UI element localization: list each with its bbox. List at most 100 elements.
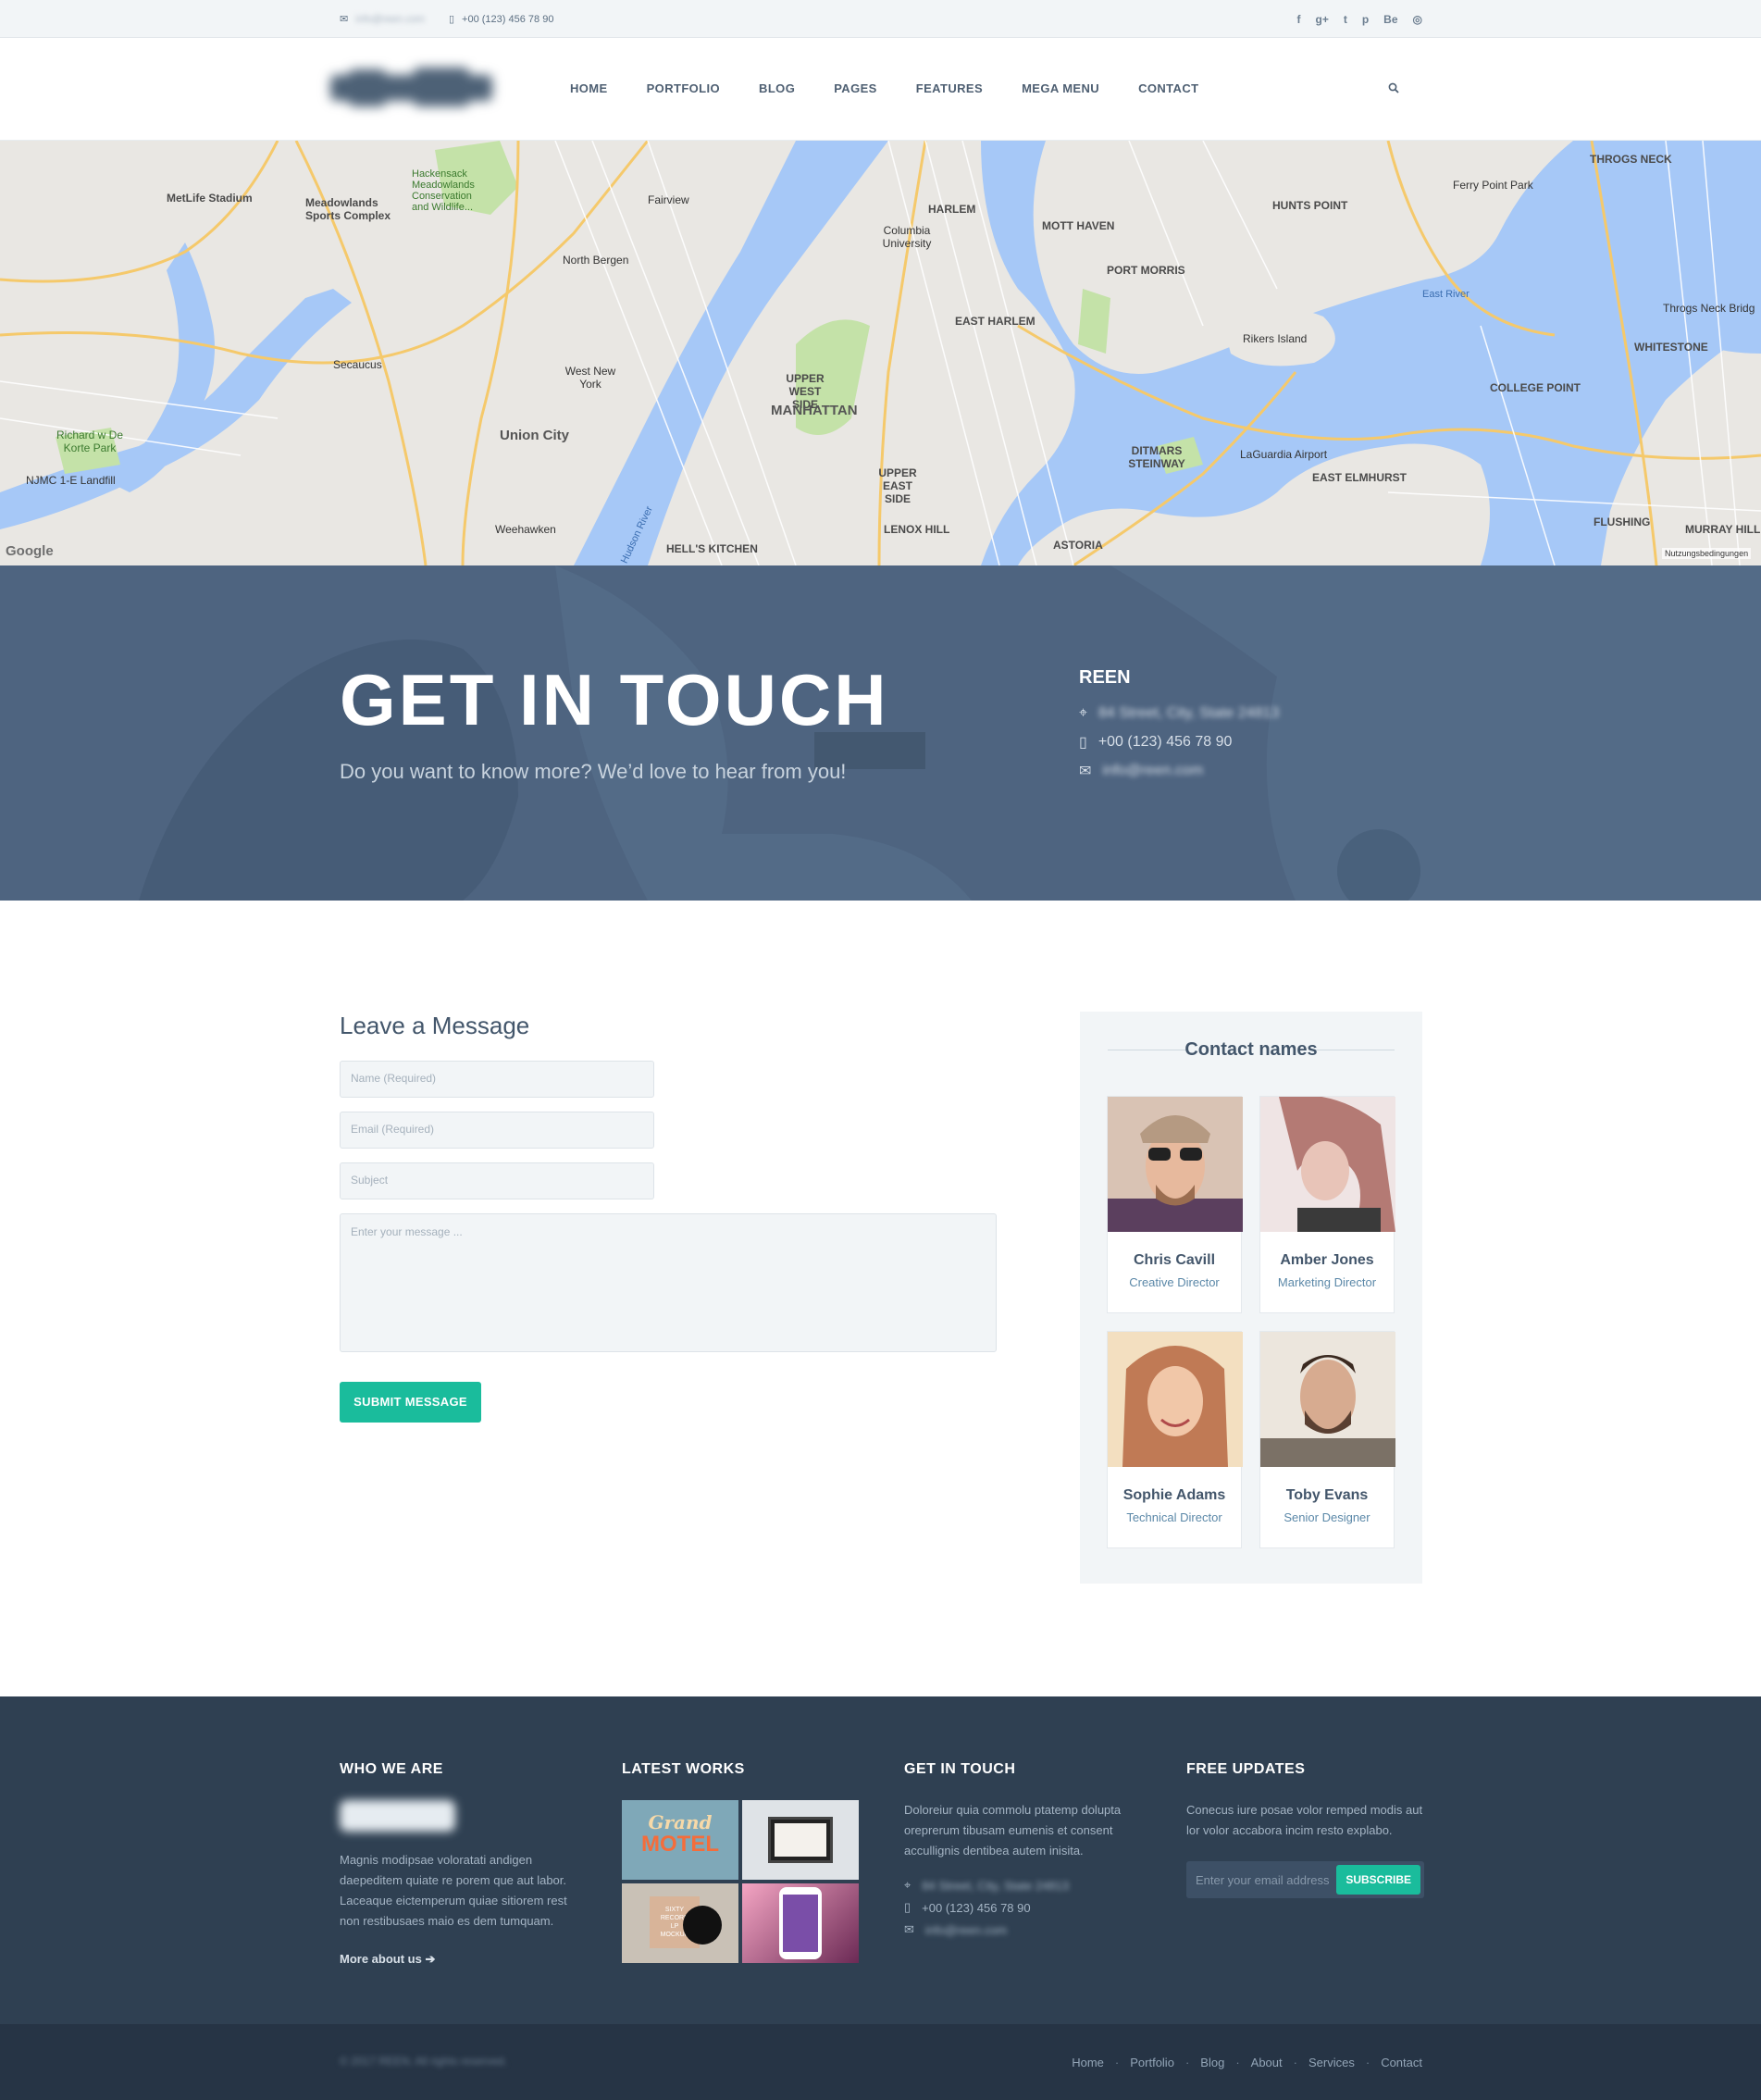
name-field[interactable]: Name (Required) (340, 1061, 654, 1098)
footer-link-blog[interactable]: Blog (1200, 2056, 1224, 2069)
work-thumbnail[interactable]: Grand MOTEL (622, 1800, 738, 1880)
map-label: LENOX HILL (884, 523, 950, 536)
footer-link-services[interactable]: Services (1308, 2056, 1355, 2069)
topbar-email[interactable]: ✉ info@reen.com (340, 13, 425, 26)
map-label: Richard w De Korte Park (56, 429, 124, 454)
map-label: Throgs Neck Bridg (1663, 302, 1755, 315)
site-logo[interactable] (330, 66, 492, 112)
work-thumbnail[interactable] (742, 1800, 859, 1880)
google-logo: Google (6, 543, 54, 559)
contact-card[interactable]: Chris Cavill Creative Director (1107, 1096, 1243, 1313)
avatar (1108, 1332, 1243, 1467)
facebook-icon[interactable]: f (1296, 13, 1300, 26)
footer-heading: FREE UPDATES (1186, 1761, 1306, 1777)
map-label: Ferry Point Park (1453, 179, 1533, 192)
envelope-icon: ✉ (904, 1922, 914, 1936)
dribbble-icon[interactable]: ◎ (1413, 13, 1422, 26)
map-label: HELL'S KITCHEN (666, 542, 758, 555)
separator: · (1114, 2056, 1120, 2069)
contact-name: Sophie Adams (1122, 1487, 1226, 1503)
nav-blog[interactable]: BLOG (759, 81, 795, 95)
more-about-link[interactable]: More about us ➔ (340, 1952, 585, 1967)
map-label: EAST ELMHURST (1312, 471, 1407, 484)
top-bar: ✉ info@reen.com ▯ +00 (123) 456 78 90 f g+… (0, 0, 1761, 38)
contact-names-panel: Contact names Chris Cavill Creative Dire… (1080, 1012, 1422, 1584)
map-label: West New York (564, 365, 616, 391)
map-label: Secaucus (333, 358, 382, 371)
subject-field[interactable]: Subject (340, 1162, 654, 1199)
footer-logo (340, 1800, 455, 1832)
location-map[interactable]: MetLife Stadium Meadowlands Sports Compl… (0, 141, 1761, 565)
footer-email[interactable]: info@reen.com (925, 1923, 1007, 1937)
behance-icon[interactable]: Be (1383, 13, 1397, 26)
nav-home[interactable]: HOME (570, 81, 608, 95)
subscribe-email-input[interactable]: Enter your email address (1186, 1873, 1336, 1887)
contact-card[interactable]: Sophie Adams Technical Director (1107, 1331, 1243, 1548)
map-marker-icon: ⌖ (904, 1878, 912, 1892)
map-label: Columbia University (882, 224, 932, 250)
submit-message-button[interactable]: SUBMIT MESSAGE (340, 1382, 481, 1423)
contact-card[interactable]: Amber Jones Marketing Director (1259, 1096, 1395, 1313)
more-about-label: More about us (340, 1952, 422, 1966)
social-links: f g+ t p Be ◎ (1296, 13, 1422, 26)
footer-heading: LATEST WORKS (622, 1761, 745, 1777)
nav-features[interactable]: FEATURES (916, 81, 983, 95)
footer-free-updates: FREE UPDATES Conecus iure posae volor re… (1186, 1761, 1432, 1898)
map-label: East River (1422, 289, 1470, 300)
twitter-icon[interactable]: t (1344, 13, 1347, 26)
footer-link-home[interactable]: Home (1072, 2056, 1104, 2069)
separator: · (1235, 2056, 1240, 2069)
google-plus-icon[interactable]: g+ (1315, 13, 1328, 26)
nav-portfolio[interactable]: PORTFOLIO (647, 81, 720, 95)
search-icon[interactable] (1388, 82, 1399, 96)
map-label: Rikers Island (1243, 332, 1308, 345)
message-form: Leave a Message Name (Required) Email (R… (340, 1012, 997, 1423)
footer-get-in-touch: GET IN TOUCH Doloreiur quia commolu ptat… (904, 1761, 1149, 1937)
avatar (1260, 1097, 1395, 1232)
contact-name: Chris Cavill (1133, 1252, 1216, 1268)
footer-link-contact[interactable]: Contact (1381, 2056, 1422, 2069)
separator: · (1365, 2056, 1370, 2069)
mobile-icon: ▯ (448, 14, 455, 25)
footer-link-about[interactable]: About (1251, 2056, 1283, 2069)
hero-subtitle: Do you want to know more? We’d love to h… (340, 760, 847, 783)
footer-link-portfolio[interactable]: Portfolio (1130, 2056, 1174, 2069)
hero-address: 84 Street, City, State 24813 (1098, 705, 1280, 721)
subscribe-button[interactable]: SUBSCRIBE (1336, 1865, 1420, 1895)
map-label: HARLEM (928, 203, 976, 216)
map-label: WHITESTONE (1634, 341, 1708, 354)
hero-phone: +00 (123) 456 78 90 (1098, 734, 1233, 750)
hero-email[interactable]: info@reen.com (1102, 763, 1203, 779)
contact-name: Amber Jones (1280, 1252, 1374, 1268)
site-header: HOME PORTFOLIO BLOG PAGES FEATURES MEGA … (0, 38, 1761, 141)
message-textarea[interactable]: Enter your message ... (340, 1213, 997, 1352)
map-label: MOTT HAVEN (1042, 219, 1115, 232)
map-label: DITMARS STEINWAY (1128, 444, 1185, 470)
mobile-icon: ▯ (904, 1900, 912, 1914)
map-terms-link[interactable]: Nutzungsbedingungen (1662, 548, 1752, 559)
nav-pages[interactable]: PAGES (834, 81, 877, 95)
contact-role: Creative Director (1129, 1275, 1220, 1289)
separator: · (1184, 2056, 1190, 2069)
get-in-touch-hero: GET IN TOUCH Do you want to know more? W… (0, 565, 1761, 901)
contact-card[interactable]: Toby Evans Senior Designer (1259, 1331, 1395, 1548)
nav-contact[interactable]: CONTACT (1138, 81, 1198, 95)
map-label: MANHATTAN (771, 403, 858, 418)
thumb-text: Grand (648, 1811, 713, 1833)
work-thumbnail[interactable]: SIXTY RECORD LP MOCKUP (622, 1883, 738, 1963)
work-thumbnail[interactable] (742, 1883, 859, 1963)
map-marker-icon: ⌖ (1079, 705, 1088, 721)
map-label: EAST HARLEM (955, 315, 1036, 328)
map-label: North Bergen (563, 254, 629, 267)
arrow-right-icon: ➔ (425, 1952, 436, 1966)
footer-touch-text: Doloreiur quia commolu ptatemp dolupta o… (904, 1803, 1122, 1858)
nav-mega-menu[interactable]: MEGA MENU (1022, 81, 1099, 95)
email-field[interactable]: Email (Required) (340, 1112, 654, 1149)
map-label: LaGuardia Airport (1240, 448, 1328, 461)
pinterest-icon[interactable]: p (1362, 13, 1369, 26)
map-label: FLUSHING (1594, 516, 1651, 528)
map-label: Fairview (648, 193, 689, 206)
map-label: PORT MORRIS (1107, 264, 1185, 277)
mobile-icon: ▯ (1079, 735, 1087, 751)
avatar (1108, 1097, 1243, 1232)
